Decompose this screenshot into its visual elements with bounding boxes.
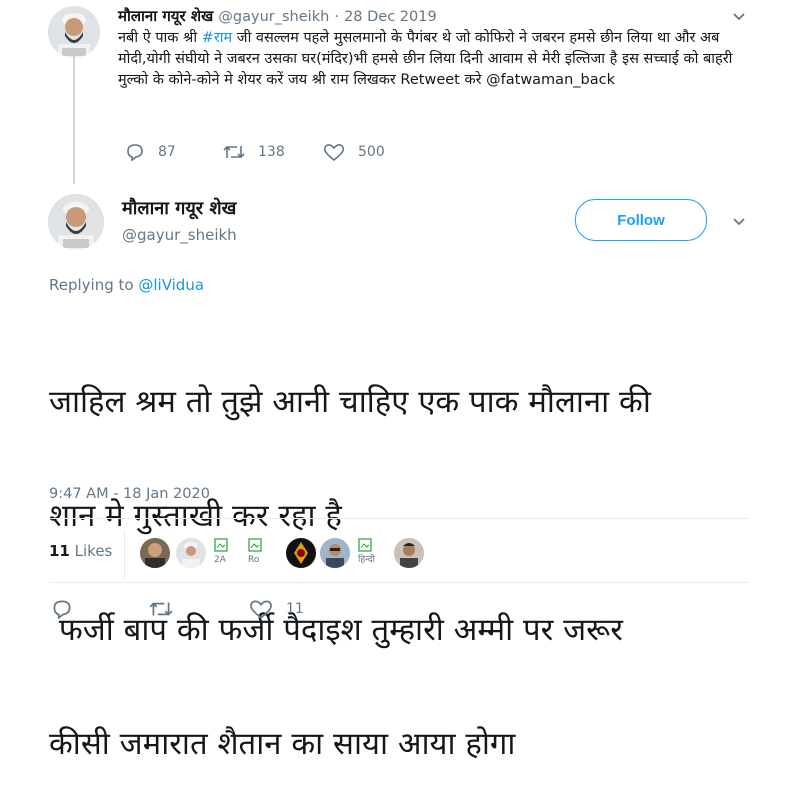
divider — [49, 518, 749, 519]
liker-avatar[interactable] — [140, 538, 170, 568]
avatar[interactable] — [48, 6, 100, 58]
reply-icon — [53, 600, 71, 620]
author-handle[interactable]: @gayur_sheikh — [218, 9, 329, 25]
retweet-icon — [223, 145, 245, 159]
likes-stat-count: 11 — [49, 542, 70, 560]
author-name[interactable]: मौलाना गयूर शेख — [122, 196, 236, 220]
broken-image-alt: हिन्दी — [358, 555, 376, 565]
liker-avatar[interactable] — [320, 538, 350, 568]
broken-image-icon[interactable]: Ro — [248, 538, 272, 568]
author-handle[interactable]: @gayur_sheikh — [122, 226, 237, 244]
tweet-text-part: नबी ऐ पाक श्री — [118, 30, 202, 46]
tweet-menu-chevron-icon[interactable] — [731, 8, 747, 24]
heart-icon — [250, 600, 272, 619]
heart-icon — [323, 144, 345, 162]
tweet-timestamp[interactable]: 9:47 AM - 18 Jan 2020 — [49, 486, 210, 502]
replying-to-link[interactable]: @liVidua — [138, 276, 204, 294]
reply-button[interactable] — [50, 598, 74, 620]
hashtag-link[interactable]: #राम — [202, 30, 233, 46]
broken-image-alt: Ro — [248, 555, 260, 565]
retweet-button[interactable] — [148, 598, 174, 620]
tweet-date[interactable]: 28 Dec 2019 — [344, 9, 437, 25]
likes-stat[interactable]: 11 Likes — [49, 542, 112, 560]
retweet-button[interactable]: 138 — [222, 142, 285, 162]
liker-avatar[interactable] — [394, 538, 424, 568]
parent-tweet-header: मौलाना गयूर शेख @gayur_sheikh · 28 Dec 2… — [118, 6, 437, 26]
broken-image-icon[interactable]: हिन्दी — [358, 538, 382, 568]
retweet-icon — [149, 602, 173, 616]
replying-to-label: Replying to — [49, 276, 134, 294]
author-name[interactable]: मौलाना गयूर शेख — [118, 7, 213, 25]
parent-tweet-text: नबी ऐ पाक श्री #राम जी वसल्लम पहले मुसलम… — [118, 28, 740, 91]
liker-avatar[interactable] — [286, 538, 316, 568]
replying-to: Replying to @liVidua — [49, 276, 204, 294]
avatar[interactable] — [48, 194, 104, 250]
liker-avatar[interactable] — [176, 538, 206, 568]
reply-icon — [127, 144, 143, 162]
like-count: 11 — [286, 601, 304, 617]
retweet-count: 138 — [258, 144, 285, 160]
broken-image-alt: 2A — [214, 555, 226, 565]
stat-separator — [124, 530, 125, 580]
tweet-text-line: जाहिल श्रम तो तुझे आनी चाहिए एक पाक मौला… — [49, 384, 651, 420]
like-button[interactable]: 500 — [322, 142, 385, 162]
like-count: 500 — [358, 144, 385, 160]
like-button[interactable]: 11 — [248, 598, 304, 620]
follow-button[interactable]: Follow — [575, 199, 707, 241]
reply-button[interactable]: 87 — [124, 142, 176, 162]
tweet-menu-chevron-icon[interactable] — [731, 213, 747, 229]
broken-image-icon[interactable]: 2A — [214, 538, 238, 568]
divider — [49, 582, 749, 583]
tweet-text-line: शान मे गुस्ताखी कर रहा है — [49, 498, 342, 534]
likes-stat-label: Likes — [74, 542, 113, 560]
reply-count: 87 — [158, 144, 176, 160]
tweet-text-line: कीसी जमारात शैतान का साया आया होगा — [49, 726, 516, 762]
separator-dot: · — [334, 9, 339, 25]
thread-line — [73, 56, 75, 184]
